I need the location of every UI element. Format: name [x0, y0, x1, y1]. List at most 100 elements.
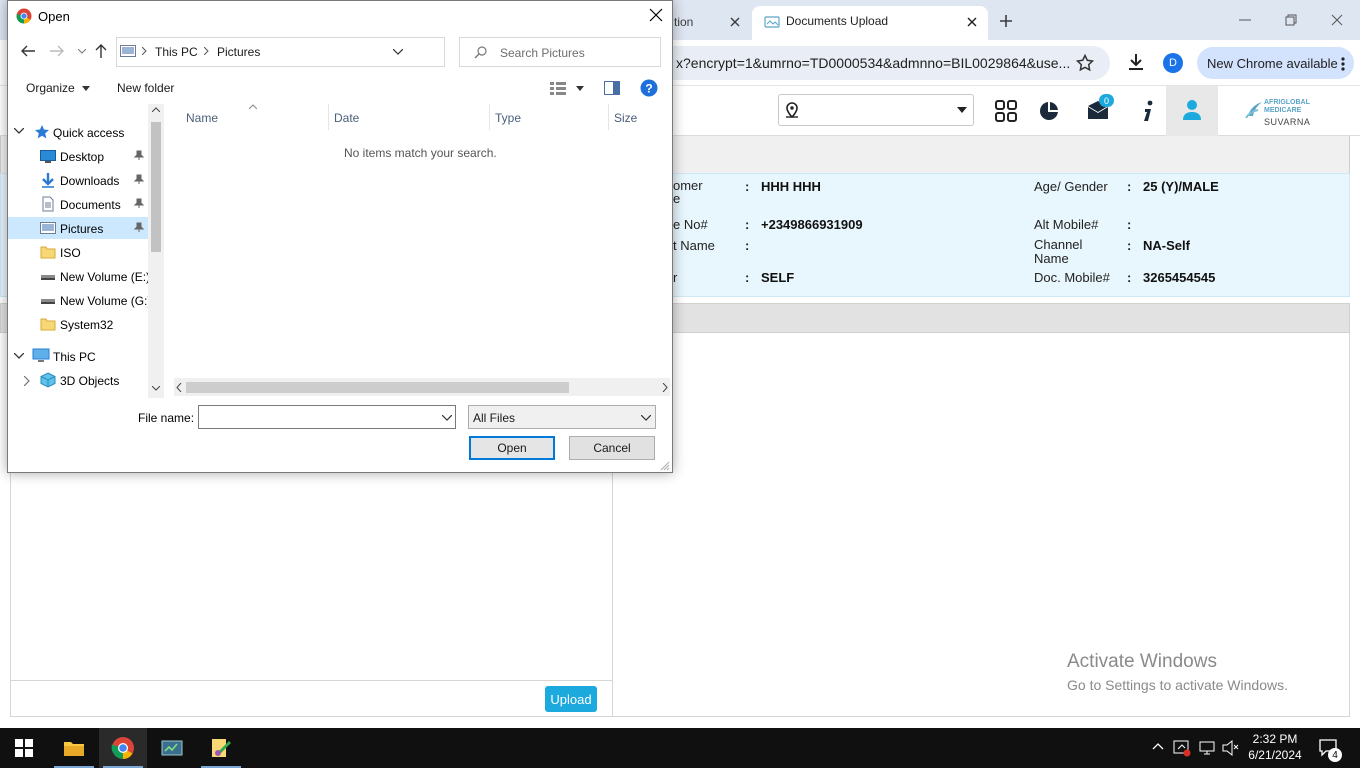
user-icon — [1181, 99, 1203, 121]
sponsor-value: SELF — [761, 270, 795, 285]
dialog-close-icon[interactable] — [648, 7, 664, 23]
column-divider[interactable] — [608, 104, 609, 130]
breadcrumb-chevron-icon — [142, 47, 147, 55]
download-icon[interactable] — [1126, 52, 1146, 72]
taskbar-file-explorer[interactable] — [50, 728, 98, 768]
pin-icon — [134, 198, 144, 208]
dialog-address-bar[interactable]: This PC Pictures — [116, 37, 545, 67]
scroll-thumb[interactable] — [151, 122, 161, 252]
dialog-search-box[interactable]: Search Pictures — [459, 37, 661, 67]
recent-locations-chevron-icon[interactable] — [78, 49, 86, 54]
apps-grid-icon[interactable] — [994, 99, 1018, 123]
tree-item-iso[interactable]: ISO — [8, 241, 148, 263]
start-button[interactable] — [0, 728, 48, 768]
scroll-thumb[interactable] — [186, 382, 569, 393]
volume-muted-icon[interactable] — [1221, 739, 1239, 757]
navigation-pane: Quick access Desktop Downloads Documents… — [8, 104, 164, 398]
file-name-input[interactable] — [198, 405, 456, 429]
breadcrumb-pictures[interactable]: Pictures — [217, 45, 260, 59]
tree-item-new-volume-g[interactable]: New Volume (G:) — [8, 289, 150, 311]
open-button[interactable]: Open — [469, 436, 555, 460]
chevron-down-icon — [82, 86, 91, 92]
minimize-icon[interactable] — [1233, 9, 1257, 31]
column-divider[interactable] — [328, 104, 329, 130]
new-folder-button[interactable]: New folder — [117, 81, 174, 95]
clock-date[interactable]: 6/21/2024 — [1246, 748, 1304, 762]
pin-icon — [134, 150, 144, 160]
column-header-type[interactable]: Type — [495, 111, 521, 125]
show-hidden-icons-chevron-icon[interactable] — [1152, 742, 1164, 750]
back-arrow-icon[interactable] — [20, 44, 36, 58]
dialog-command-bar: Organize New folder ? — [8, 73, 672, 103]
tree-item-desktop[interactable]: Desktop — [8, 145, 148, 167]
tree-item-new-volume-e[interactable]: New Volume (E:) — [8, 265, 150, 287]
tab-title: tion — [674, 15, 694, 29]
new-tab-icon[interactable] — [994, 9, 1018, 33]
cancel-button[interactable]: Cancel — [569, 436, 655, 460]
tab-close-icon[interactable] — [962, 12, 982, 32]
drive-icon — [40, 292, 56, 308]
open-file-dialog: Open This PC Pictures Search Pictures Or… — [7, 0, 673, 473]
breadcrumb-chevron-icon — [204, 47, 209, 55]
clock-time[interactable]: 2:32 PM — [1252, 732, 1298, 746]
pin-icon — [134, 174, 144, 184]
upload-button[interactable]: Upload — [545, 686, 597, 712]
channel-name-label: Channel Name — [1034, 237, 1083, 266]
bookmark-star-icon[interactable] — [1076, 54, 1094, 72]
info-icon[interactable] — [1136, 99, 1160, 123]
tree-label: 3D Objects — [60, 374, 120, 388]
preview-pane-icon[interactable] — [604, 81, 620, 95]
tree-item-this-pc[interactable]: This PC — [8, 345, 148, 367]
downloads-icon — [40, 172, 56, 188]
cube-icon — [40, 372, 56, 388]
tree-item-3d-objects[interactable]: 3D Objects — [8, 369, 148, 391]
star-icon — [34, 124, 50, 140]
field-separator: : — [745, 179, 750, 194]
chrome-icon — [111, 736, 135, 760]
profile-avatar[interactable]: D — [1163, 53, 1183, 73]
mobile-no-label: e No# — [673, 217, 708, 232]
restore-icon[interactable] — [1279, 9, 1303, 31]
dashboard-pie-icon[interactable] — [1037, 99, 1061, 123]
field-separator: : — [1127, 179, 1132, 194]
file-type-select[interactable]: All Files — [468, 405, 656, 429]
taskbar-app-4[interactable] — [197, 728, 245, 768]
tree-item-system32[interactable]: System32 — [8, 313, 148, 335]
tree-label: System32 — [60, 318, 114, 332]
location-select[interactable] — [778, 94, 974, 126]
tree-item-quick-access[interactable]: Quick access — [8, 121, 148, 143]
chevron-down-icon — [957, 107, 967, 113]
column-divider[interactable] — [489, 104, 490, 130]
page-favicon-icon — [764, 15, 780, 29]
doc-mobile-label: Doc. Mobile# — [1034, 270, 1110, 285]
taskbar-app-3[interactable] — [148, 728, 196, 768]
forward-arrow-icon[interactable] — [49, 44, 65, 58]
column-header-date[interactable]: Date — [334, 111, 359, 125]
user-account-button[interactable] — [1166, 86, 1218, 136]
chrome-menu-icon[interactable] — [1340, 56, 1346, 72]
network-icon[interactable] — [1198, 739, 1216, 757]
window-close-icon[interactable] — [1325, 9, 1349, 31]
taskbar-chrome[interactable] — [99, 728, 147, 768]
tree-item-downloads[interactable]: Downloads — [8, 169, 148, 191]
horizontal-scrollbar[interactable] — [174, 378, 670, 396]
organize-menu[interactable]: Organize — [26, 81, 91, 95]
view-options-icon[interactable] — [550, 81, 584, 95]
file-type-value: All Files — [473, 411, 516, 425]
tab-close-icon[interactable] — [725, 12, 745, 32]
taskbar: 2:32 PM 6/21/2024 4 — [0, 728, 1360, 768]
column-header-size[interactable]: Size — [614, 111, 637, 125]
chevron-down-icon — [442, 415, 452, 421]
help-icon[interactable]: ? — [640, 79, 658, 97]
breadcrumb-this-pc[interactable]: This PC — [155, 45, 198, 59]
tree-item-documents[interactable]: Documents — [8, 193, 148, 215]
column-header-name[interactable]: Name — [186, 111, 218, 125]
tree-item-pictures[interactable]: Pictures — [8, 217, 148, 239]
up-arrow-icon[interactable] — [94, 43, 108, 59]
address-dropdown-icon[interactable] — [393, 49, 403, 55]
security-tray-icon[interactable] — [1173, 739, 1191, 757]
browser-tab-active[interactable]: Documents Upload — [752, 6, 988, 40]
navigation-scrollbar[interactable] — [148, 104, 164, 398]
dialog-navigation-bar: This PC Pictures Search Pictures — [8, 31, 672, 71]
chrome-update-button[interactable]: New Chrome available — [1197, 47, 1354, 79]
